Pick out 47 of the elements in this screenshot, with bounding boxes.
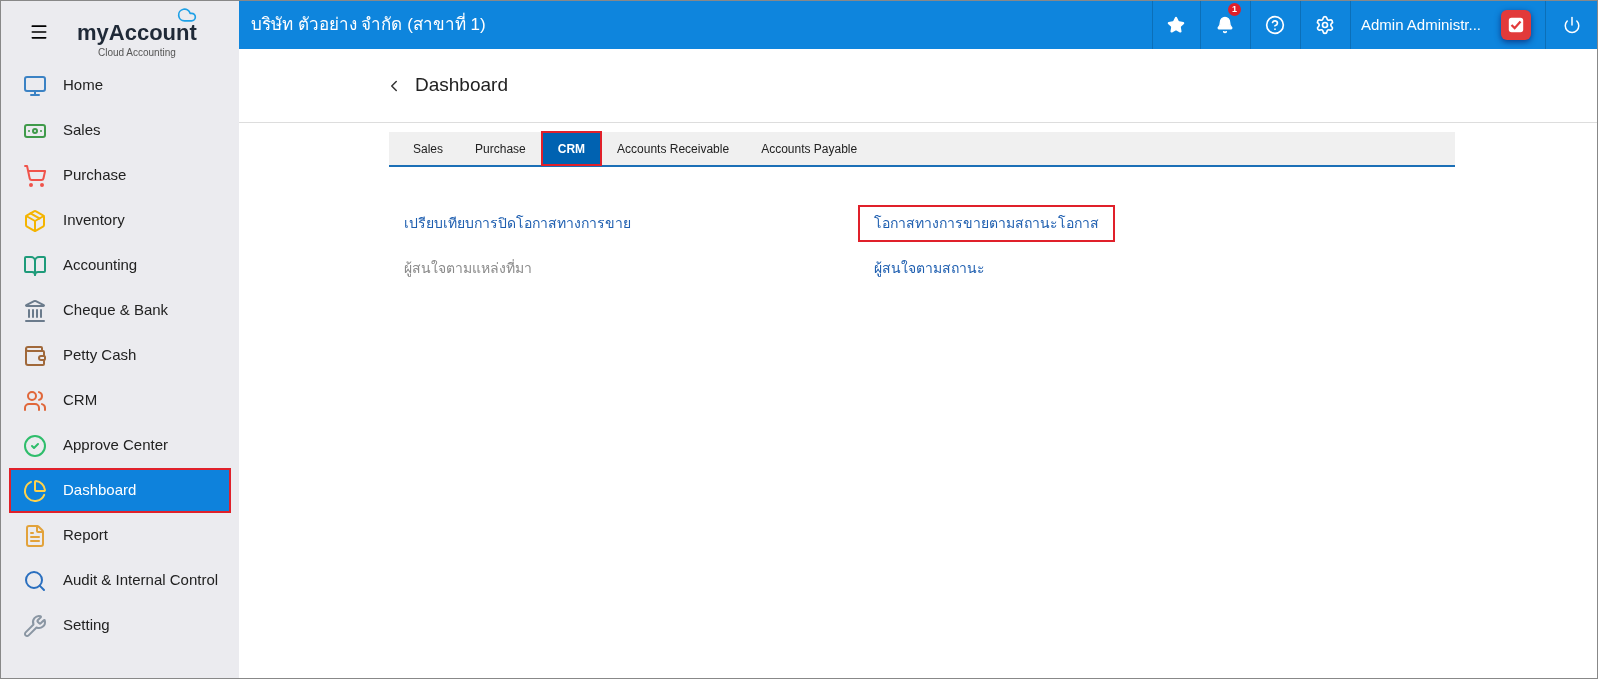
tab[interactable]: Purchase bbox=[459, 132, 542, 165]
help-icon bbox=[1265, 15, 1286, 35]
sidebar-item[interactable]: Home bbox=[11, 65, 229, 106]
cart-icon bbox=[23, 163, 47, 188]
power-icon bbox=[1562, 16, 1581, 34]
document-icon bbox=[23, 523, 47, 548]
tab[interactable]: Accounts Payable bbox=[745, 132, 874, 165]
tab[interactable]: Sales bbox=[397, 132, 460, 165]
tools-icon bbox=[23, 613, 47, 638]
sidebar-item[interactable]: Inventory bbox=[11, 200, 229, 241]
magnifier-icon bbox=[23, 568, 47, 593]
sidebar-item[interactable]: Cheque & Bank bbox=[11, 290, 229, 331]
settings-icon bbox=[1315, 15, 1336, 35]
logo-tagline: Cloud Accounting bbox=[97, 45, 176, 60]
pie-chart-icon bbox=[23, 478, 47, 503]
page-title: Dashboard bbox=[415, 73, 508, 98]
bank-icon bbox=[23, 298, 47, 323]
shield-check-icon bbox=[1501, 10, 1531, 40]
report-link[interactable]: เปรียบเทียบการปิดโอกาสทางการขาย bbox=[390, 207, 645, 240]
box-icon bbox=[23, 208, 47, 233]
sidebar-item[interactable]: CRM bbox=[11, 380, 229, 421]
sidebar-item[interactable]: Setting bbox=[11, 605, 229, 646]
sidebar-item[interactable]: Report bbox=[11, 515, 229, 556]
sidebar-item[interactable]: Approve Center bbox=[11, 425, 229, 466]
menu-button[interactable] bbox=[29, 22, 49, 42]
sidebar-item[interactable]: Dashboard bbox=[11, 470, 229, 511]
star-icon bbox=[1167, 16, 1186, 34]
notifications-button[interactable]: 1 bbox=[1199, 1, 1250, 49]
user-menu[interactable]: Admin Administr... bbox=[1349, 1, 1545, 49]
sidebar-item[interactable]: Petty Cash bbox=[11, 335, 229, 376]
book-icon bbox=[23, 253, 47, 278]
sidebar-item[interactable]: Purchase bbox=[11, 155, 229, 196]
report-link[interactable]: โอกาสทางการขายตามสถานะโอกาส bbox=[860, 207, 1113, 240]
company-name: บริษัท ตัวอย่าง จำกัด (สาขาที่ 1) bbox=[239, 12, 1152, 38]
monitor-icon bbox=[23, 73, 47, 98]
bell-icon bbox=[1216, 16, 1235, 34]
sidebar-item[interactable]: Sales bbox=[11, 110, 229, 151]
sidebar-item[interactable]: Accounting bbox=[11, 245, 229, 286]
wallet-icon bbox=[23, 343, 47, 368]
report-link[interactable]: ผู้สนใจตามสถานะ bbox=[860, 252, 999, 285]
logo: myAccount bbox=[77, 20, 197, 45]
people-icon bbox=[23, 388, 47, 413]
sidebar-item[interactable]: Audit & Internal Control bbox=[11, 560, 229, 601]
tab[interactable]: CRM bbox=[541, 132, 602, 165]
notification-badge: 1 bbox=[1227, 3, 1241, 16]
check-circle-icon bbox=[23, 433, 47, 458]
tab[interactable]: Accounts Receivable bbox=[601, 132, 746, 165]
